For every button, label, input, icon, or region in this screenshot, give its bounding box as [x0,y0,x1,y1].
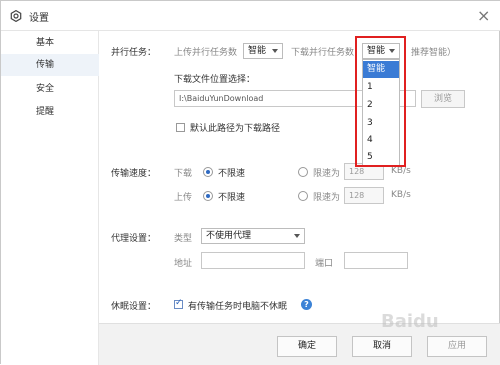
proxy-port-field[interactable] [344,252,408,269]
download-parallel-label: 下载并行任务数 [291,48,355,58]
upload-parallel-label: 上传并行任务数 [174,48,238,58]
close-icon[interactable]: × [477,6,490,25]
proxy-section-label: 代理设置： [111,234,157,244]
download-limit-radio[interactable] [298,167,308,177]
upload-limit-input[interactable]: 128 [344,187,384,204]
upload-speed-label: 上传 [174,193,193,203]
settings-sidebar: 基本 传输 安全 提醒 [1,31,99,365]
upload-unlimited-label: 不限速 [218,193,246,203]
upload-unit: KB/s [391,190,411,200]
download-limit-label: 限速为 [313,169,341,179]
speed-section-label: 传输速度： [111,169,157,179]
no-sleep-label: 有传输任务时电脑不休眠 [188,302,288,312]
upload-limit-label: 限速为 [313,193,341,203]
default-path-label: 默认此路径为下载路径 [190,124,281,134]
upload-parallel-value: 智能 [248,46,267,56]
parallel-hint: 推荐智能） [411,48,457,58]
download-unlimited-label: 不限速 [218,169,246,179]
sleep-section-label: 休眠设置： [111,302,157,312]
upload-unlimited-radio[interactable] [203,191,213,201]
chevron-down-icon [294,234,300,238]
sidebar-item-reminder[interactable]: 提醒 [1,101,99,123]
window-title: 设置 [29,13,49,24]
proxy-type-value: 不使用代理 [206,231,252,241]
proxy-type-select[interactable]: 不使用代理 [201,228,305,244]
watermark: Baidu [381,311,439,332]
download-unit: KB/s [391,166,411,176]
default-path-checkbox[interactable] [176,123,185,132]
parallel-section-label: 并行任务： [111,48,157,58]
upload-parallel-select[interactable]: 智能 [243,43,283,59]
cancel-button[interactable]: 取消 [352,336,412,357]
title-bar: 设置 × [1,1,500,31]
settings-gear-icon [10,10,22,22]
proxy-port-label: 端口 [315,259,334,269]
sidebar-item-transfer[interactable]: 传输 [1,54,99,76]
proxy-address-field[interactable] [201,252,305,269]
help-icon[interactable]: ? [301,299,312,310]
chevron-down-icon [272,49,278,53]
ok-button[interactable]: 确定 [277,336,337,357]
download-unlimited-radio[interactable] [203,167,213,177]
download-path-label: 下载文件位置选择： [174,75,256,85]
browse-button[interactable]: 浏览 [421,90,465,108]
proxy-type-label: 类型 [174,234,193,244]
download-speed-label: 下载 [174,169,193,179]
highlight-annotation [355,36,406,167]
sidebar-item-security[interactable]: 安全 [1,78,99,100]
settings-window: 设置 × 基本 传输 安全 提醒 并行任务： 上传并行任务数 智能 下载并行任务… [0,0,500,365]
apply-button[interactable]: 应用 [427,336,487,357]
upload-limit-radio[interactable] [298,191,308,201]
proxy-address-label: 地址 [174,259,193,269]
sidebar-item-basic[interactable]: 基本 [1,32,99,54]
no-sleep-checkbox[interactable] [174,298,183,309]
